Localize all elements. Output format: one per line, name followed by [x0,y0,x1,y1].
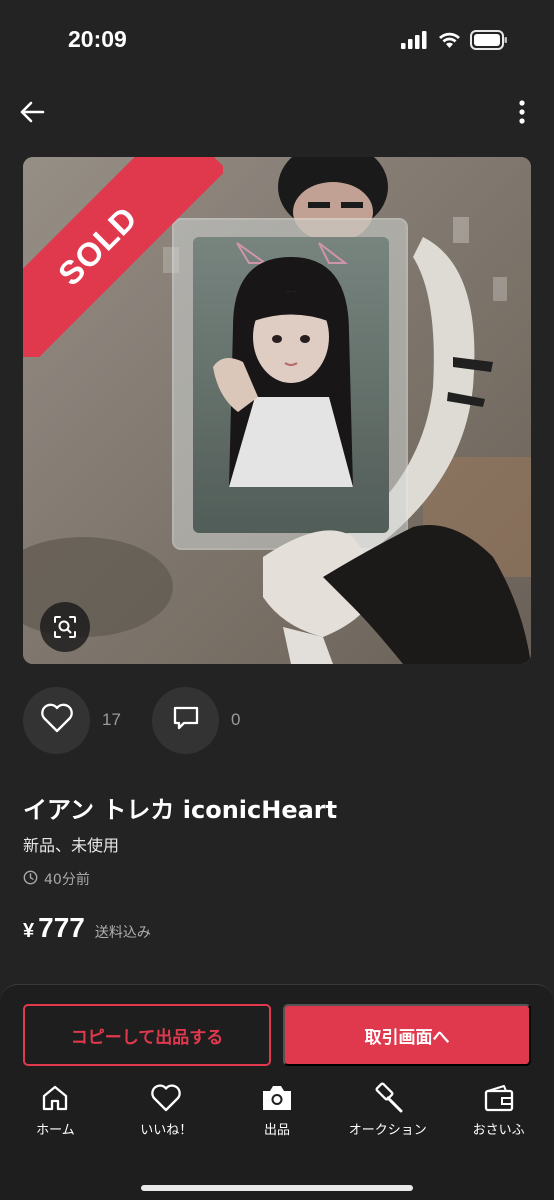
trade-screen-button[interactable]: 取引画面へ [283,1004,531,1066]
clock-icon [23,870,38,889]
nav-bar [0,90,554,138]
wallet-icon [483,1081,515,1115]
heart-icon [40,703,74,737]
tab-likes[interactable]: いいね！ [111,1081,222,1145]
battery-icon [470,30,508,54]
back-arrow-icon [19,100,45,128]
item-condition: 新品、未使用 [23,836,120,855]
camera-icon [260,1081,294,1115]
more-vertical-icon [519,100,525,128]
item-title: イアン トレカ iconicHeart [23,796,338,824]
shipping-info: 送料込み [94,925,151,941]
tab-likes-label: いいね！ [140,1123,193,1138]
product-photo[interactable]: SOLD [23,157,531,664]
tab-home[interactable]: ホーム [0,1081,111,1145]
sold-ribbon: SOLD [23,157,223,357]
comment-count: 0 [231,710,241,729]
tab-sell[interactable]: 出品 [222,1081,333,1145]
heart-icon [150,1081,182,1115]
status-icons [401,30,508,54]
status-time: 20:09 [68,26,127,52]
bottom-panel: コピーして出品する 取引画面へ ホーム いいね！ 出品 オークション おさいふ [0,984,554,1200]
tab-auction-label: オークション [348,1123,427,1138]
posted-time-text: 40分前 [44,872,90,888]
back-button[interactable] [14,96,50,132]
tab-auction[interactable]: オークション [332,1081,443,1145]
tab-wallet[interactable]: おさいふ [443,1081,554,1145]
home-icon [40,1081,70,1115]
copy-listing-button[interactable]: コピーして出品する [23,1004,271,1066]
tab-home-label: ホーム [36,1123,75,1138]
home-indicator [141,1185,413,1191]
item-price: 777 [38,912,85,943]
image-search-icon [53,615,77,639]
tab-sell-label: 出品 [263,1123,290,1138]
tab-bar: ホーム いいね！ 出品 オークション おさいふ [0,1081,554,1145]
comment-button[interactable] [152,686,219,754]
more-options-button[interactable] [504,96,540,132]
cellular-signal-icon [401,31,429,53]
like-count: 17 [102,710,121,729]
like-button[interactable] [23,686,90,754]
status-bar: 20:09 [0,0,554,80]
price-row: ¥ 777 送料込み [23,912,151,944]
posted-time: 40分前 [23,869,90,889]
comment-icon [172,704,200,736]
wifi-icon [437,31,462,53]
currency-symbol: ¥ [23,920,35,942]
image-search-button[interactable] [40,602,90,652]
gavel-icon [371,1081,405,1115]
sold-badge-text: SOLD [50,198,145,293]
engagement-actions: 17 0 [23,686,240,754]
tab-wallet-label: おさいふ [472,1123,525,1138]
